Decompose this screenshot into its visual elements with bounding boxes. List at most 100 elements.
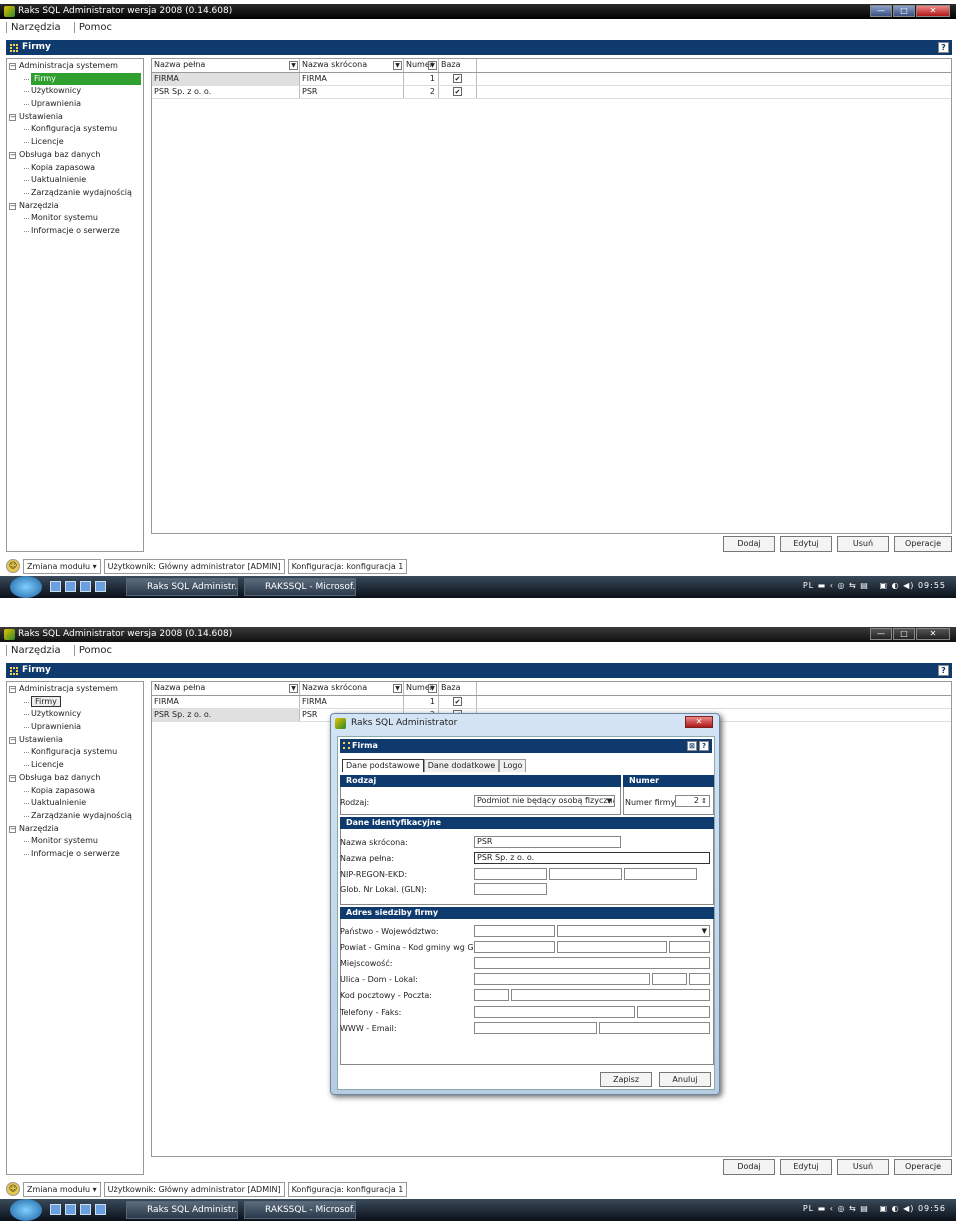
filter-dropdown-icon[interactable]: ▼	[428, 684, 437, 693]
start-button[interactable]	[10, 1199, 42, 1221]
column-header-database[interactable]: Baza	[439, 59, 477, 72]
phone-input[interactable]	[474, 1006, 635, 1018]
tree-node-permissions[interactable]: Uprawnienia	[7, 721, 143, 734]
collapse-icon[interactable]: −	[9, 686, 16, 693]
switch-windows-icon[interactable]	[65, 1204, 76, 1215]
collapse-icon[interactable]: −	[9, 202, 16, 210]
add-button[interactable]: Dodaj	[723, 1159, 775, 1175]
tree-node-server-info[interactable]: Informacje o serwerze	[7, 225, 143, 238]
fax-input[interactable]	[637, 1006, 710, 1018]
help-icon[interactable]: ?	[938, 665, 949, 676]
database-checkbox[interactable]: ✔	[453, 74, 462, 83]
tree-node-companies[interactable]: Firmy	[7, 72, 143, 86]
menu-item-tools[interactable]: Narzędzia	[6, 645, 61, 656]
dialog-close-button[interactable]: ✕	[685, 716, 713, 728]
tree-node-settings[interactable]: − Ustawienia	[7, 111, 143, 124]
filter-dropdown-icon[interactable]: ▼	[289, 684, 298, 693]
maximize-button[interactable]: □	[893, 628, 915, 640]
email-input[interactable]	[599, 1022, 710, 1034]
apartment-input[interactable]	[689, 973, 710, 985]
tree-node-licenses[interactable]: Licencje	[7, 759, 143, 772]
regon-input[interactable]	[549, 868, 622, 880]
tree-node-users[interactable]: Użytkownicy	[7, 85, 143, 98]
database-checkbox[interactable]: ✔	[453, 697, 462, 706]
collapse-icon[interactable]: −	[9, 113, 16, 121]
media-icon[interactable]	[95, 581, 106, 592]
tab-logo[interactable]: Logo	[499, 759, 527, 772]
browser-icon[interactable]	[80, 1204, 91, 1215]
operations-button[interactable]: Operacje	[894, 1159, 952, 1175]
cancel-button[interactable]: Anuluj	[659, 1072, 711, 1087]
column-header-database[interactable]: Baza	[439, 682, 477, 695]
full-name-input[interactable]: PSR Sp. z o. o.	[474, 852, 710, 864]
tree-node-users[interactable]: Użytkownicy	[7, 708, 143, 721]
tree-node-databases[interactable]: − Obsługa baz danych	[7, 149, 143, 162]
short-name-input[interactable]: PSR	[474, 836, 621, 848]
tree-node-tools[interactable]: − Narzędzia	[7, 823, 143, 836]
help-icon[interactable]: ?	[699, 741, 709, 751]
desktop-icon[interactable]	[50, 1204, 61, 1215]
close-button[interactable]: ✕	[916, 628, 950, 640]
tree-node-companies[interactable]: Firmy	[7, 695, 143, 709]
change-module-button[interactable]: Zmiana modułu ▾	[23, 558, 101, 574]
menu-item-help[interactable]: Pomoc	[73, 22, 112, 33]
browser-icon[interactable]	[80, 581, 91, 592]
menu-item-tools[interactable]: Narzędzia	[6, 22, 61, 33]
maximize-button[interactable]: □	[893, 5, 915, 17]
tree-node-monitor[interactable]: Monitor systemu	[7, 835, 143, 848]
desktop-icon[interactable]	[50, 581, 61, 592]
column-header-full-name[interactable]: Nazwa pełna ▼	[152, 682, 300, 695]
media-icon[interactable]	[95, 1204, 106, 1215]
tree-node-admin[interactable]: − Administracja systemem	[7, 60, 143, 73]
taskbar-item-word[interactable]: RAKSSQL - Microsof...	[244, 578, 356, 596]
tree-node-update[interactable]: Uaktualnienie	[7, 174, 143, 187]
collapse-icon[interactable]: −	[9, 63, 16, 70]
start-button[interactable]	[10, 576, 42, 598]
nip-input[interactable]	[474, 868, 547, 880]
filter-dropdown-icon[interactable]: ▼	[428, 61, 437, 70]
street-input[interactable]	[474, 973, 650, 985]
minimize-button[interactable]: —	[870, 5, 892, 17]
house-input[interactable]	[652, 973, 687, 985]
switch-windows-icon[interactable]	[65, 581, 76, 592]
gus-code-input[interactable]	[669, 941, 710, 953]
tree-node-system-config[interactable]: Konfiguracja systemu	[7, 746, 143, 759]
database-checkbox[interactable]: ✔	[453, 87, 462, 96]
close-button[interactable]: ✕	[916, 5, 950, 17]
minimize-button[interactable]: —	[870, 628, 892, 640]
stepper-icon[interactable]: ⇕	[701, 796, 707, 806]
tree-node-backup[interactable]: Kopia zapasowa	[7, 785, 143, 798]
change-module-button[interactable]: Zmiana modułu ▾	[23, 1181, 101, 1197]
tree-node-monitor[interactable]: Monitor systemu	[7, 212, 143, 225]
tree-node-performance[interactable]: Zarządzanie wydajnością	[7, 187, 143, 200]
taskbar-item-word[interactable]: RAKSSQL - Microsof...	[244, 1201, 356, 1219]
tree-node-admin[interactable]: − Administracja systemem	[7, 683, 143, 696]
www-input[interactable]	[474, 1022, 597, 1034]
commune-input[interactable]	[557, 941, 667, 953]
collapse-icon[interactable]: −	[9, 825, 16, 833]
collapse-icon[interactable]: −	[9, 736, 16, 744]
type-select[interactable]: Podmiot nie będący osobą fizyczną ▼	[474, 795, 615, 807]
column-header-number[interactable]: Numer ▼	[404, 682, 439, 695]
company-number-stepper[interactable]: 2 ⇕	[675, 795, 710, 807]
tree-node-server-info[interactable]: Informacje o serwerze	[7, 848, 143, 861]
collapse-icon[interactable]: −	[9, 151, 16, 159]
tree-node-permissions[interactable]: Uprawnienia	[7, 98, 143, 111]
tree-node-databases[interactable]: − Obsługa baz danych	[7, 772, 143, 785]
delete-button[interactable]: Usuń	[837, 1159, 889, 1175]
tree-node-update[interactable]: Uaktualnienie	[7, 797, 143, 810]
filter-dropdown-icon[interactable]: ▼	[393, 61, 402, 70]
tab-basic-data[interactable]: Dane podstawowe	[342, 759, 424, 772]
country-input[interactable]	[474, 925, 555, 937]
taskbar-item-raks[interactable]: Raks SQL Administr...	[126, 1201, 238, 1219]
save-button[interactable]: Zapisz	[600, 1072, 652, 1087]
table-row[interactable]: PSR Sp. z o. o. PSR 2 ✔	[152, 86, 951, 99]
tree-node-tools[interactable]: − Narzędzia	[7, 200, 143, 213]
province-select[interactable]: ▼	[557, 925, 710, 937]
menu-item-help[interactable]: Pomoc	[73, 645, 112, 656]
column-header-short-name[interactable]: Nazwa skrócona ▼	[300, 59, 404, 72]
column-header-full-name[interactable]: Nazwa pełna ▼	[152, 59, 300, 72]
ekd-input[interactable]	[624, 868, 697, 880]
gln-input[interactable]	[474, 883, 547, 895]
column-header-short-name[interactable]: Nazwa skrócona ▼	[300, 682, 404, 695]
